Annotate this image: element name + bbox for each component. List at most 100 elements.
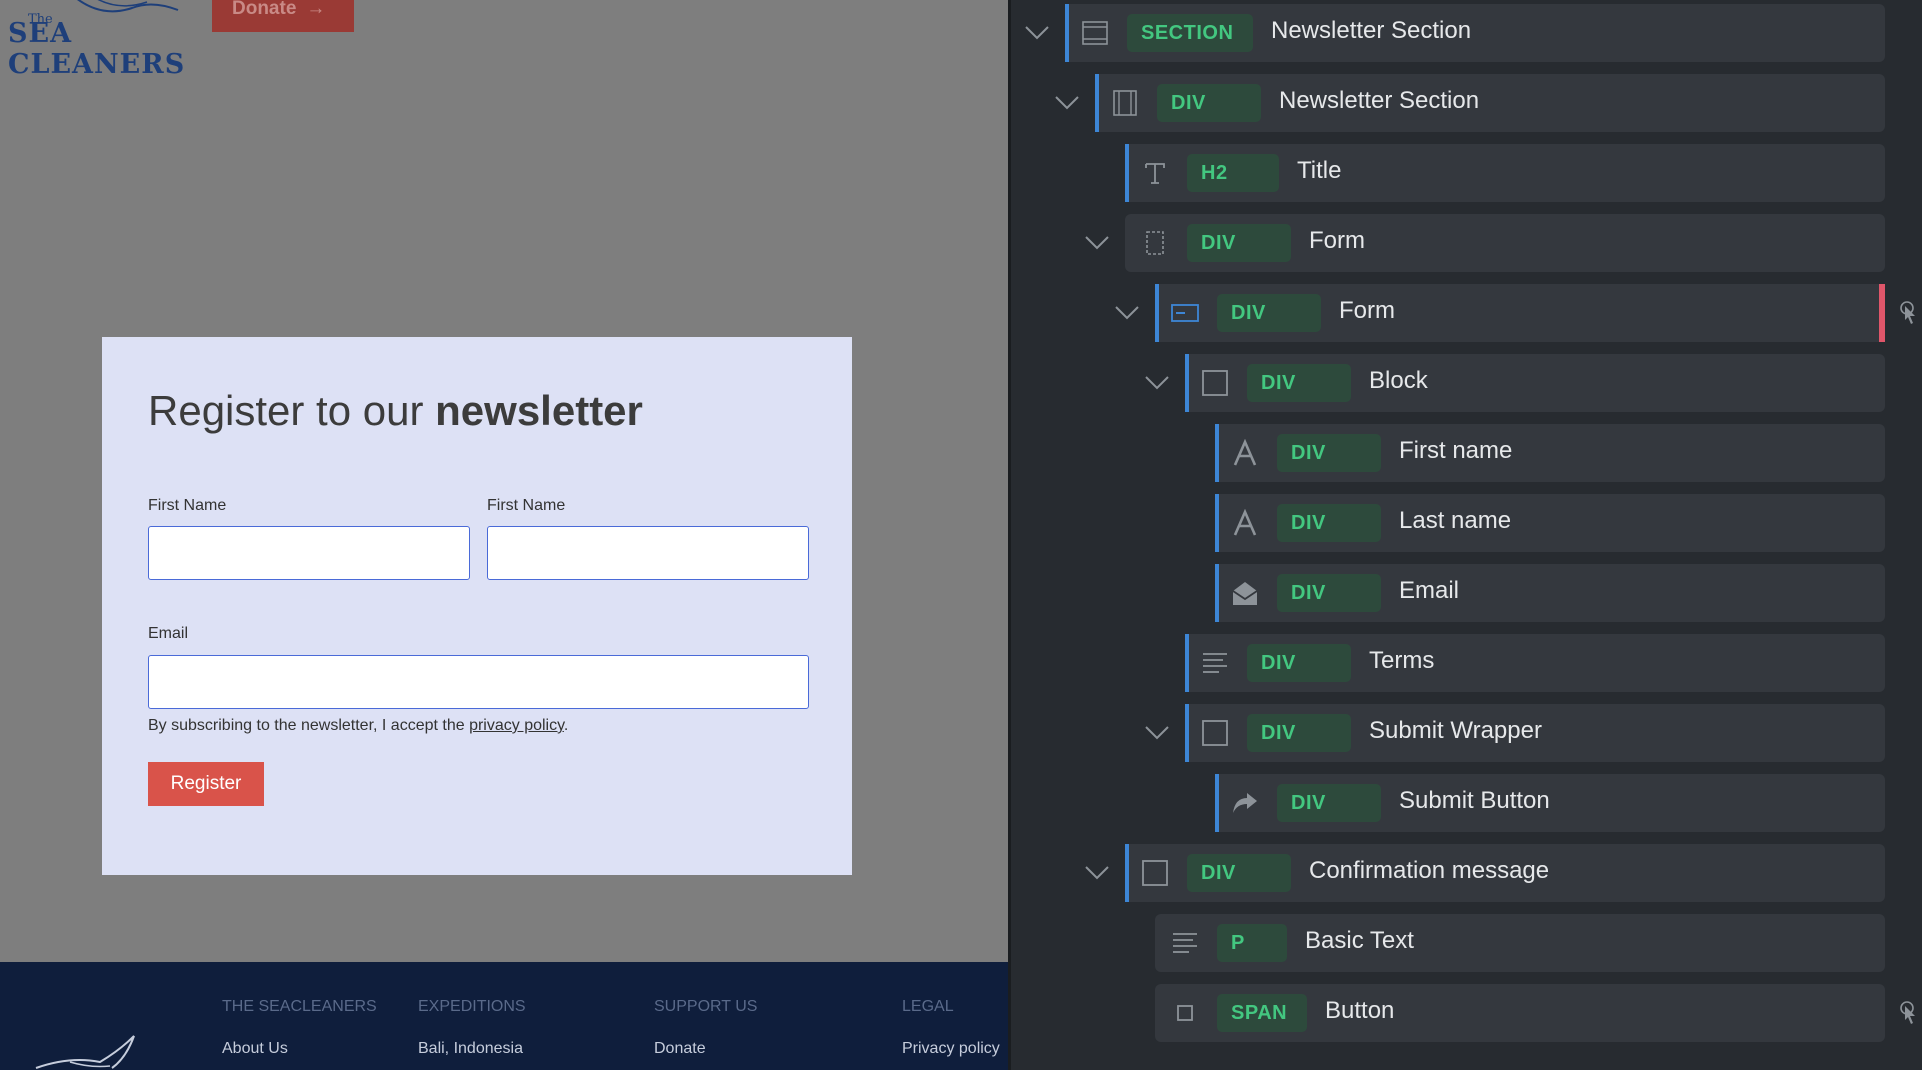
layer-row[interactable]: DIV Submit Button [1215, 774, 1885, 832]
layer-row[interactable]: SECTION Newsletter Section [1065, 4, 1885, 62]
layer-tag: SPAN [1217, 994, 1307, 1032]
chevron-down-icon[interactable] [1085, 236, 1109, 250]
footer-link-privacy[interactable]: Privacy policy [902, 1040, 1000, 1058]
chevron-down-icon[interactable] [1145, 726, 1169, 740]
layer-name: First name [1399, 437, 1513, 464]
donate-label: Donate [232, 0, 297, 19]
title-regular: Register to our [148, 387, 436, 434]
layer-row[interactable]: DIV Block [1185, 354, 1885, 412]
container-icon [1111, 89, 1139, 117]
layer-name: Form [1339, 297, 1395, 324]
layer-row[interactable]: P Basic Text [1155, 914, 1885, 972]
chevron-down-icon[interactable] [1085, 866, 1109, 880]
box-icon [1201, 369, 1229, 397]
layer-name: Terms [1369, 647, 1435, 674]
email-label: Email [148, 625, 189, 642]
layer-name: Title [1297, 157, 1342, 184]
dashed-box-icon [1141, 229, 1169, 257]
layer-name: Last name [1399, 507, 1512, 534]
layer-name: Email [1399, 577, 1460, 604]
email-input[interactable] [148, 655, 809, 709]
layer-indent-stripe [1215, 424, 1219, 482]
chevron-down-icon[interactable] [1115, 306, 1139, 320]
layer-tag: DIV [1277, 504, 1381, 542]
layer-name: Confirmation message [1309, 857, 1550, 884]
second-name-label: First Name [487, 497, 566, 514]
layers-panel: SECTION Newsletter Section DIV Newsletter S… [1008, 0, 1922, 1070]
website-preview: The SEA CLEANERS Donate → Register to our… [0, 0, 1008, 1070]
layer-row[interactable]: DIV First name [1215, 424, 1885, 482]
small-box-icon [1171, 999, 1199, 1027]
newsletter-card: Register to our newsletter First Name Fi… [102, 337, 852, 875]
layer-tag: DIV [1277, 784, 1381, 822]
site-footer: THE SEACLEANERS About Us EXPEDITIONS Bal… [0, 962, 1008, 1070]
layer-row[interactable]: DIV Email [1215, 564, 1885, 622]
layer-tag: DIV [1277, 434, 1381, 472]
logo-main-text: SEA CLEANERS [8, 18, 186, 80]
layer-name: Form [1309, 227, 1365, 254]
manta-logo-icon [35, 1035, 135, 1069]
interaction-trigger-icon[interactable] [1897, 300, 1919, 326]
sea-cleaners-logo[interactable]: The SEA CLEANERS [6, 0, 206, 80]
donate-button[interactable]: Donate → [212, 0, 354, 32]
layer-indent-stripe [1125, 844, 1129, 902]
envelope-icon [1231, 579, 1259, 607]
layer-indent-stripe [1125, 144, 1129, 202]
last-name-input[interactable] [487, 526, 809, 580]
layer-row[interactable]: DIV Newsletter Section [1095, 74, 1885, 132]
layer-tag: DIV [1187, 224, 1291, 262]
share-arrow-icon [1231, 789, 1259, 817]
chevron-down-icon[interactable] [1145, 376, 1169, 390]
layer-tag: DIV [1157, 84, 1261, 122]
layer-row[interactable]: DIV Submit Wrapper [1185, 704, 1885, 762]
footer-link-about[interactable]: About Us [222, 1040, 288, 1058]
layer-indent-stripe [1065, 4, 1069, 62]
layer-name: Newsletter Section [1279, 87, 1480, 114]
layer-row[interactable]: SPAN Button [1155, 984, 1885, 1042]
layer-tag: DIV [1247, 364, 1351, 402]
selected-layer-indicator [1879, 284, 1885, 342]
footer-heading-seacleaners: THE SEACLEANERS [222, 998, 377, 1015]
form-icon [1171, 299, 1199, 327]
privacy-policy-link[interactable]: privacy policy [469, 717, 564, 734]
layer-name: Block [1369, 367, 1428, 394]
layer-row[interactable]: DIV Last name [1215, 494, 1885, 552]
layer-row[interactable]: DIV Form [1125, 214, 1885, 272]
terms-suffix: . [563, 717, 569, 734]
layer-name: Submit Wrapper [1369, 717, 1542, 744]
footer-link-bali[interactable]: Bali, Indonesia [418, 1040, 523, 1058]
layer-row[interactable]: DIV Confirmation message [1125, 844, 1885, 902]
paragraph-icon [1201, 649, 1229, 677]
terms-prefix: By subscribing to the newsletter, I acce… [148, 717, 470, 734]
register-button[interactable]: Register [148, 762, 264, 806]
title-bold: newsletter [435, 387, 643, 434]
text-icon [1141, 159, 1169, 187]
layer-indent-stripe [1215, 564, 1219, 622]
terms-text: By subscribing to the newsletter, I acce… [148, 717, 568, 735]
layer-indent-stripe [1095, 74, 1099, 132]
layer-name: Submit Button [1399, 787, 1550, 814]
layer-tag: H2 [1187, 154, 1279, 192]
layer-row[interactable]: DIV Terms [1185, 634, 1885, 692]
layer-indent-stripe [1215, 494, 1219, 552]
first-name-input[interactable] [148, 526, 470, 580]
logo-wave-icon [77, 0, 179, 13]
first-name-label: First Name [148, 497, 227, 514]
paragraph-icon [1171, 929, 1199, 957]
layer-row[interactable]: H2 Title [1125, 144, 1885, 202]
layer-tag: DIV [1187, 854, 1291, 892]
box-icon [1201, 719, 1229, 747]
footer-heading-legal: LEGAL [902, 998, 954, 1015]
chevron-down-icon[interactable] [1025, 26, 1049, 40]
layer-indent-stripe [1185, 704, 1189, 762]
layer-row[interactable]: DIV Form [1155, 284, 1885, 342]
layer-tag: DIV [1277, 574, 1381, 612]
chevron-down-icon[interactable] [1055, 96, 1079, 110]
layer-name: Button [1325, 997, 1395, 1024]
footer-link-donate[interactable]: Donate [654, 1040, 706, 1058]
interaction-trigger-icon[interactable] [1897, 1000, 1919, 1026]
footer-heading-expeditions: EXPEDITIONS [418, 998, 526, 1015]
footer-heading-support: SUPPORT US [654, 998, 758, 1015]
layer-indent-stripe [1185, 634, 1189, 692]
layer-tag: SECTION [1127, 14, 1253, 52]
